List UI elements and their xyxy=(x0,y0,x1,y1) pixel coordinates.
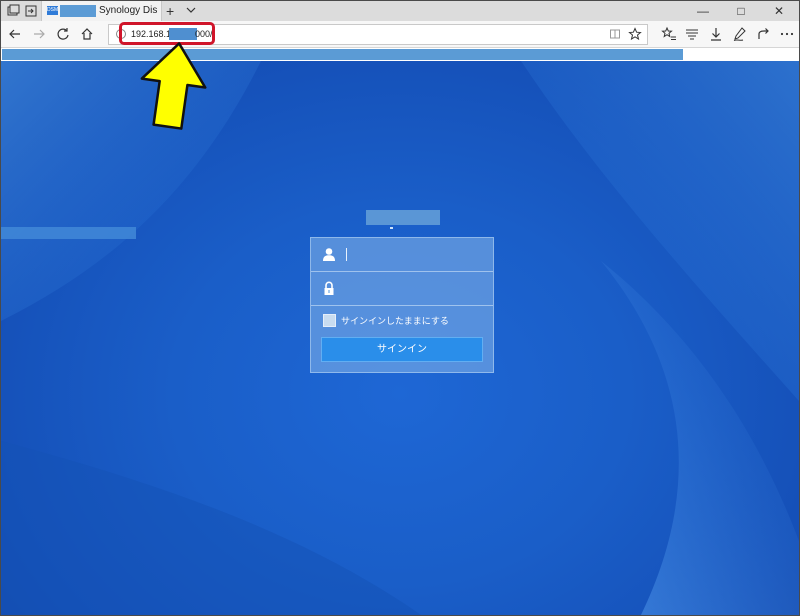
favorites-hub-icon[interactable] xyxy=(661,26,677,42)
login-form: サインインしたままにする サインイン xyxy=(310,237,494,373)
browser-window: DSM Synology Dis + — □ ✕ 192.168.11 000/… xyxy=(0,0,800,616)
tab-strip: DSM Synology Dis + — □ ✕ xyxy=(1,1,799,21)
password-field[interactable] xyxy=(311,272,493,306)
brand-logo-redacted xyxy=(366,210,440,225)
tab-preview-icon[interactable] xyxy=(5,3,21,19)
lock-icon xyxy=(324,281,334,295)
refresh-icon[interactable] xyxy=(55,26,71,42)
new-tab-button[interactable]: + xyxy=(166,2,174,20)
redacted-area xyxy=(1,227,136,239)
share-icon[interactable] xyxy=(756,26,772,42)
minimize-button[interactable]: — xyxy=(684,1,722,21)
signin-button[interactable]: サインイン xyxy=(321,337,483,362)
tab-title: Synology Dis xyxy=(99,5,158,16)
dsm-favicon-icon: DSM xyxy=(47,6,59,15)
web-notes-icon[interactable] xyxy=(732,26,748,42)
home-icon[interactable] xyxy=(79,26,95,42)
more-icon[interactable] xyxy=(779,26,795,42)
text-cursor xyxy=(346,248,347,261)
progress-fill xyxy=(2,49,683,60)
reading-view-icon[interactable] xyxy=(609,28,621,40)
reading-list-icon[interactable] xyxy=(684,26,700,42)
back-icon[interactable] xyxy=(7,26,23,42)
password-input[interactable] xyxy=(351,278,485,300)
pointer-arrow-icon xyxy=(140,42,207,130)
forward-icon[interactable] xyxy=(31,26,47,42)
redacted-area xyxy=(60,5,96,17)
remember-label[interactable]: サインインしたままにする xyxy=(341,314,449,327)
username-input[interactable] xyxy=(351,244,485,266)
username-field[interactable] xyxy=(311,238,493,272)
maximize-button[interactable]: □ xyxy=(722,1,760,21)
set-aside-tabs-icon[interactable] xyxy=(23,3,39,19)
remember-checkbox[interactable] xyxy=(323,314,336,327)
downloads-icon[interactable] xyxy=(708,26,724,42)
close-button[interactable]: ✕ xyxy=(760,1,798,21)
dsm-login-page: サインインしたままにする サインイン xyxy=(1,61,799,615)
favorite-star-icon[interactable] xyxy=(628,27,642,41)
brand-mark xyxy=(390,227,393,229)
user-icon xyxy=(323,248,335,261)
tab-synology[interactable]: DSM Synology Dis xyxy=(41,1,162,21)
chevron-down-icon[interactable] xyxy=(186,5,196,15)
